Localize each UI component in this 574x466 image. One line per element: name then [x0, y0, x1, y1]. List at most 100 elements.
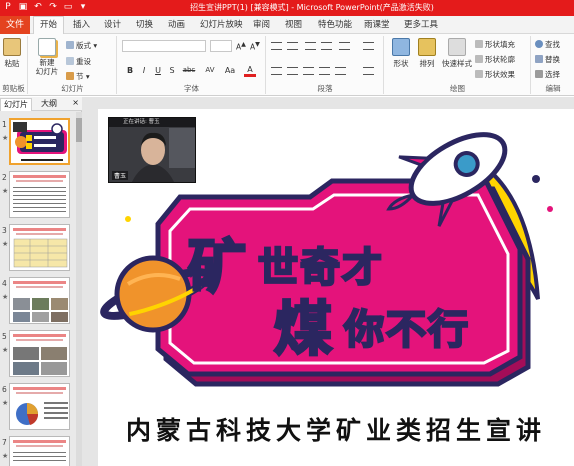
numbering-icon[interactable] [287, 42, 298, 50]
powerpoint-app-icon[interactable]: P [2, 1, 14, 14]
editing-group: 查找 替换 选择 编辑 [532, 36, 574, 94]
arrange-icon [418, 38, 436, 56]
save-icon[interactable]: ▣ [17, 1, 29, 14]
paste-button[interactable]: 粘贴 [1, 38, 23, 69]
slide-thumbnail[interactable] [9, 224, 70, 271]
tab-home[interactable]: 开始 [33, 16, 65, 35]
tab-slides-thumbnails[interactable]: 幻灯片 [0, 98, 32, 111]
animation-star-icon: ★ [2, 452, 9, 460]
new-slide-button[interactable]: 新建 幻灯片 [33, 38, 61, 76]
bullets-icon[interactable] [271, 42, 282, 50]
line-spacing-icon[interactable] [339, 42, 350, 50]
editing-group-label: 编辑 [545, 84, 561, 93]
animation-star-icon: ★ [2, 346, 9, 354]
tab-slideshow[interactable]: 幻灯片放映 [200, 19, 243, 31]
section-button[interactable]: 节 ▾ [66, 71, 90, 82]
find-button[interactable]: 查找 [535, 39, 560, 50]
select-button[interactable]: 选择 [535, 69, 560, 80]
redo-icon[interactable]: ↷ [47, 1, 59, 14]
decrease-indent-icon[interactable] [305, 42, 316, 50]
undo-icon[interactable]: ↶ [32, 1, 44, 14]
qat-dropdown-icon[interactable]: ▾ [77, 1, 89, 14]
ribbon-tabs: 文件 开始 插入 设计 切换 动画 幻灯片放映 审阅 视图 特色功能 雨课堂 更… [0, 16, 574, 35]
shrink-font-button[interactable]: A▼ [250, 41, 260, 52]
tab-special-features[interactable]: 特色功能 [318, 19, 352, 31]
animation-star-icon: ★ [2, 134, 9, 142]
shape-outline-icon [475, 55, 483, 63]
replace-button[interactable]: 替换 [535, 54, 560, 65]
arrange-button[interactable]: 排列 [414, 38, 440, 69]
text-direction-icon[interactable] [363, 42, 374, 50]
align-right-icon[interactable] [303, 67, 314, 75]
new-slide-icon [38, 38, 56, 56]
quick-styles-icon [448, 38, 466, 56]
logo-text-shiqicai: 世奇才 [258, 245, 384, 291]
close-icon[interactable]: × [72, 98, 79, 107]
tab-file[interactable]: 文件 [0, 16, 30, 34]
current-slide[interactable]: 矿 世奇才 煤 你不行 正在讲话: 曹玉 曹玉 内蒙古科技大学矿业类招生宣讲 [98, 109, 574, 466]
tab-transitions[interactable]: 切换 [136, 19, 153, 31]
italic-button[interactable]: I [138, 66, 150, 75]
reset-button[interactable]: 重设 [66, 56, 91, 67]
slide-thumbnail[interactable] [9, 436, 70, 466]
animation-star-icon: ★ [2, 399, 9, 407]
distributed-icon[interactable] [335, 67, 346, 75]
animation-star-icon: ★ [2, 293, 9, 301]
ribbon: 粘贴 剪贴板 新建 幻灯片 版式 ▾ 重设 节 ▾ 幻灯片 A▲ A▼ B I … [0, 34, 574, 96]
shapes-icon [392, 38, 410, 56]
tab-design[interactable]: 设计 [104, 19, 121, 31]
font-color-button[interactable]: A [244, 65, 256, 77]
change-case-button[interactable]: Aa [222, 66, 238, 75]
font-size-select[interactable] [210, 40, 232, 52]
slide-thumbnail[interactable] [9, 277, 70, 324]
drawing-group: 形状 排列 快速样式 形状填充 形状轮廓 形状效果 绘图 [385, 36, 531, 94]
strikethrough-button[interactable]: abc [180, 66, 198, 74]
slide-editing-area: 矿 世奇才 煤 你不行 正在讲话: 曹玉 曹玉 内蒙古科技大学矿业类招生宣讲 [82, 97, 574, 466]
paste-icon [3, 38, 21, 56]
shape-effects-button[interactable]: 形状效果 [475, 69, 515, 80]
character-spacing-button[interactable]: AV [202, 66, 218, 74]
align-center-icon[interactable] [287, 67, 298, 75]
grow-font-button[interactable]: A▲ [236, 41, 246, 52]
slide-thumbnail[interactable] [9, 171, 70, 218]
slide-thumbnail[interactable] [9, 383, 70, 430]
layout-button[interactable]: 版式 ▾ [66, 40, 97, 51]
shape-fill-button[interactable]: 形状填充 [475, 39, 515, 50]
shapes-button[interactable]: 形状 [388, 38, 414, 69]
find-icon [535, 40, 543, 48]
tab-insert[interactable]: 插入 [73, 19, 90, 31]
tab-animations[interactable]: 动画 [168, 19, 185, 31]
video-call-overlay[interactable]: 正在讲话: 曹玉 曹玉 [108, 117, 196, 183]
participant-name: 曹玉 [112, 171, 129, 180]
reset-icon [66, 57, 74, 65]
justify-icon[interactable] [319, 67, 330, 75]
panel-tabs: 幻灯片 大纲 × [0, 97, 82, 111]
shape-outline-button[interactable]: 形状轮廓 [475, 54, 515, 65]
clipboard-group: 粘贴 剪贴板 [0, 36, 28, 94]
logo-char-mei: 煤 [274, 295, 332, 363]
tab-review[interactable]: 审阅 [253, 19, 270, 31]
slide-thumbnail[interactable] [9, 118, 70, 165]
paragraph-group-label: 段落 [317, 84, 333, 93]
underline-button[interactable]: U [152, 66, 164, 75]
logo-char-kuang: 矿 [188, 233, 246, 301]
section-icon [66, 72, 74, 80]
tab-outline[interactable]: 大纲 [38, 98, 60, 110]
font-family-select[interactable] [122, 40, 206, 52]
increase-indent-icon[interactable] [321, 42, 332, 50]
tab-more-tools[interactable]: 更多工具 [404, 19, 438, 31]
animation-star-icon: ★ [2, 240, 9, 248]
shadow-button[interactable]: S [166, 66, 178, 75]
tab-view[interactable]: 视图 [285, 19, 302, 31]
speaking-indicator: 正在讲话: 曹玉 [109, 118, 195, 127]
bold-button[interactable]: B [124, 66, 136, 75]
align-left-icon[interactable] [271, 67, 282, 75]
shape-fill-icon [475, 40, 483, 48]
slides-group: 新建 幻灯片 版式 ▾ 重设 节 ▾ 幻灯片 [29, 36, 117, 94]
slides-group-label: 幻灯片 [61, 84, 84, 93]
slide-thumbnail[interactable] [9, 330, 70, 377]
align-text-icon[interactable] [363, 67, 374, 75]
quick-styles-button[interactable]: 快速样式 [440, 38, 474, 69]
start-show-icon[interactable]: ▭ [62, 1, 74, 14]
tab-rain-classroom[interactable]: 雨课堂 [364, 19, 390, 31]
